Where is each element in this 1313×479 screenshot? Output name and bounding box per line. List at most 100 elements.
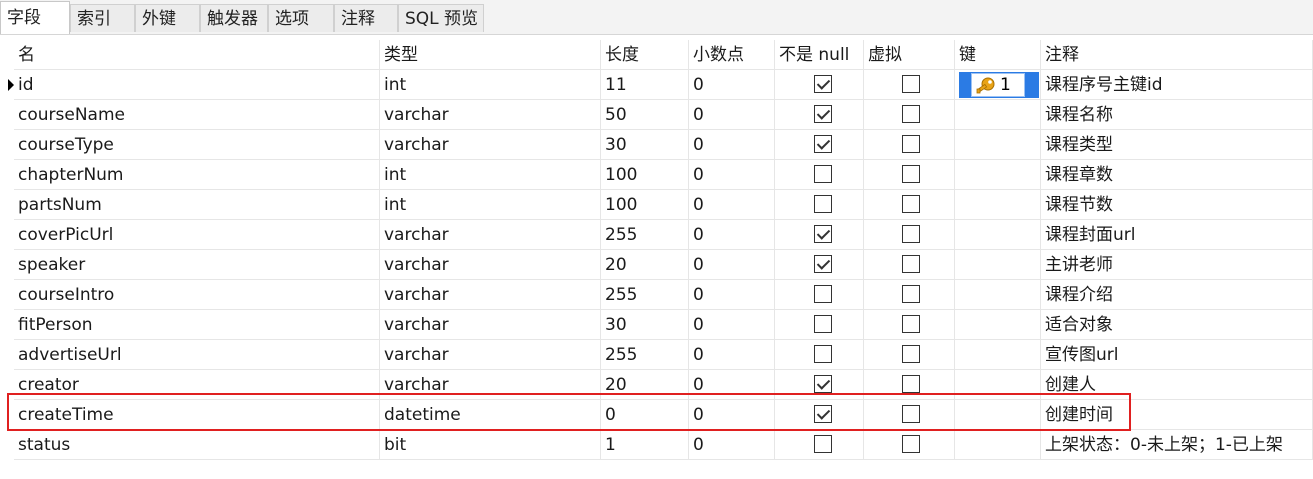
not-null-checkbox[interactable] xyxy=(814,225,832,243)
field-key-cell[interactable] xyxy=(955,400,1041,430)
field-name[interactable]: chapterNum xyxy=(14,160,380,190)
field-length[interactable]: 30 xyxy=(601,130,689,160)
field-length[interactable]: 0 xyxy=(601,400,689,430)
virtual-checkbox[interactable] xyxy=(902,255,920,273)
field-comment[interactable]: 创建时间 xyxy=(1041,400,1313,430)
tab-0[interactable]: 字段 xyxy=(0,1,70,34)
field-decimals[interactable]: 0 xyxy=(689,70,775,100)
field-decimals[interactable]: 0 xyxy=(689,100,775,130)
table-row[interactable]: courseName varchar 50 0 课程名称 xyxy=(0,100,1313,130)
field-key-cell[interactable] xyxy=(955,370,1041,400)
tab-6[interactable]: SQL 预览 xyxy=(398,4,484,32)
virtual-checkbox[interactable] xyxy=(902,315,920,333)
field-name[interactable]: courseName xyxy=(14,100,380,130)
not-null-checkbox[interactable] xyxy=(814,405,832,423)
field-length[interactable]: 100 xyxy=(601,190,689,220)
field-decimals[interactable]: 0 xyxy=(689,250,775,280)
table-row[interactable]: coverPicUrl varchar 255 0 课程封面url xyxy=(0,220,1313,250)
field-type[interactable]: varchar xyxy=(380,100,601,130)
virtual-checkbox[interactable] xyxy=(902,135,920,153)
header-not-null[interactable]: 不是 null xyxy=(775,40,864,70)
header-type[interactable]: 类型 xyxy=(380,40,601,70)
field-comment[interactable]: 课程节数 xyxy=(1041,190,1313,220)
field-decimals[interactable]: 0 xyxy=(689,310,775,340)
field-length[interactable]: 255 xyxy=(601,220,689,250)
tab-5[interactable]: 注释 xyxy=(334,4,398,32)
field-decimals[interactable]: 0 xyxy=(689,190,775,220)
field-decimals[interactable]: 0 xyxy=(689,400,775,430)
field-type[interactable]: int xyxy=(380,70,601,100)
field-key-cell[interactable] xyxy=(955,220,1041,250)
field-length[interactable]: 100 xyxy=(601,160,689,190)
field-comment[interactable]: 课程介绍 xyxy=(1041,280,1313,310)
field-length[interactable]: 20 xyxy=(601,250,689,280)
not-null-checkbox[interactable] xyxy=(814,165,832,183)
field-decimals[interactable]: 0 xyxy=(689,130,775,160)
field-type[interactable]: int xyxy=(380,160,601,190)
field-type[interactable]: varchar xyxy=(380,130,601,160)
not-null-checkbox[interactable] xyxy=(814,105,832,123)
field-comment[interactable]: 课程章数 xyxy=(1041,160,1313,190)
field-comment[interactable]: 创建人 xyxy=(1041,370,1313,400)
field-name[interactable]: id xyxy=(14,70,380,100)
field-key-cell[interactable] xyxy=(955,250,1041,280)
field-name[interactable]: advertiseUrl xyxy=(14,340,380,370)
not-null-checkbox[interactable] xyxy=(814,435,832,453)
table-row[interactable]: id int 11 0 1 课程序号主键id xyxy=(0,70,1313,100)
field-key-cell[interactable] xyxy=(955,340,1041,370)
field-key-cell[interactable] xyxy=(955,190,1041,220)
table-row[interactable]: speaker varchar 20 0 主讲老师 xyxy=(0,250,1313,280)
header-comment[interactable]: 注释 xyxy=(1041,40,1313,70)
field-length[interactable]: 255 xyxy=(601,340,689,370)
table-row[interactable]: partsNum int 100 0 课程节数 xyxy=(0,190,1313,220)
table-row[interactable]: createTime datetime 0 0 创建时间 xyxy=(0,400,1313,430)
tab-4[interactable]: 选项 xyxy=(268,4,334,32)
field-decimals[interactable]: 0 xyxy=(689,220,775,250)
field-name[interactable]: fitPerson xyxy=(14,310,380,340)
table-row[interactable]: advertiseUrl varchar 255 0 宣传图url xyxy=(0,340,1313,370)
header-key[interactable]: 键 xyxy=(955,40,1041,70)
field-type[interactable]: int xyxy=(380,190,601,220)
field-key-cell[interactable] xyxy=(955,100,1041,130)
table-row[interactable]: creator varchar 20 0 创建人 xyxy=(0,370,1313,400)
virtual-checkbox[interactable] xyxy=(902,405,920,423)
field-length[interactable]: 1 xyxy=(601,430,689,460)
field-comment[interactable]: 课程封面url xyxy=(1041,220,1313,250)
not-null-checkbox[interactable] xyxy=(814,135,832,153)
field-name[interactable]: speaker xyxy=(14,250,380,280)
virtual-checkbox[interactable] xyxy=(902,165,920,183)
field-length[interactable]: 255 xyxy=(601,280,689,310)
header-virtual[interactable]: 虚拟 xyxy=(864,40,955,70)
virtual-checkbox[interactable] xyxy=(902,375,920,393)
field-comment[interactable]: 宣传图url xyxy=(1041,340,1313,370)
not-null-checkbox[interactable] xyxy=(814,315,832,333)
field-type[interactable]: varchar xyxy=(380,220,601,250)
field-comment[interactable]: 课程序号主键id xyxy=(1041,70,1313,100)
field-name[interactable]: createTime xyxy=(14,400,380,430)
field-type[interactable]: bit xyxy=(380,430,601,460)
table-row[interactable]: chapterNum int 100 0 课程章数 xyxy=(0,160,1313,190)
field-name[interactable]: coverPicUrl xyxy=(14,220,380,250)
field-length[interactable]: 20 xyxy=(601,370,689,400)
field-name[interactable]: courseType xyxy=(14,130,380,160)
not-null-checkbox[interactable] xyxy=(814,195,832,213)
field-length[interactable]: 11 xyxy=(601,70,689,100)
not-null-checkbox[interactable] xyxy=(814,255,832,273)
field-key-cell[interactable]: 1 xyxy=(955,70,1041,100)
field-comment[interactable]: 课程名称 xyxy=(1041,100,1313,130)
field-name[interactable]: partsNum xyxy=(14,190,380,220)
field-comment[interactable]: 课程类型 xyxy=(1041,130,1313,160)
field-type[interactable]: varchar xyxy=(380,250,601,280)
header-name[interactable]: 名 xyxy=(14,40,380,70)
field-comment[interactable]: 适合对象 xyxy=(1041,310,1313,340)
field-length[interactable]: 30 xyxy=(601,310,689,340)
field-key-cell[interactable] xyxy=(955,430,1041,460)
virtual-checkbox[interactable] xyxy=(902,225,920,243)
header-length[interactable]: 长度 xyxy=(601,40,689,70)
not-null-checkbox[interactable] xyxy=(814,75,832,93)
field-decimals[interactable]: 0 xyxy=(689,340,775,370)
field-length[interactable]: 50 xyxy=(601,100,689,130)
not-null-checkbox[interactable] xyxy=(814,345,832,363)
field-decimals[interactable]: 0 xyxy=(689,280,775,310)
tab-1[interactable]: 索引 xyxy=(70,4,135,32)
